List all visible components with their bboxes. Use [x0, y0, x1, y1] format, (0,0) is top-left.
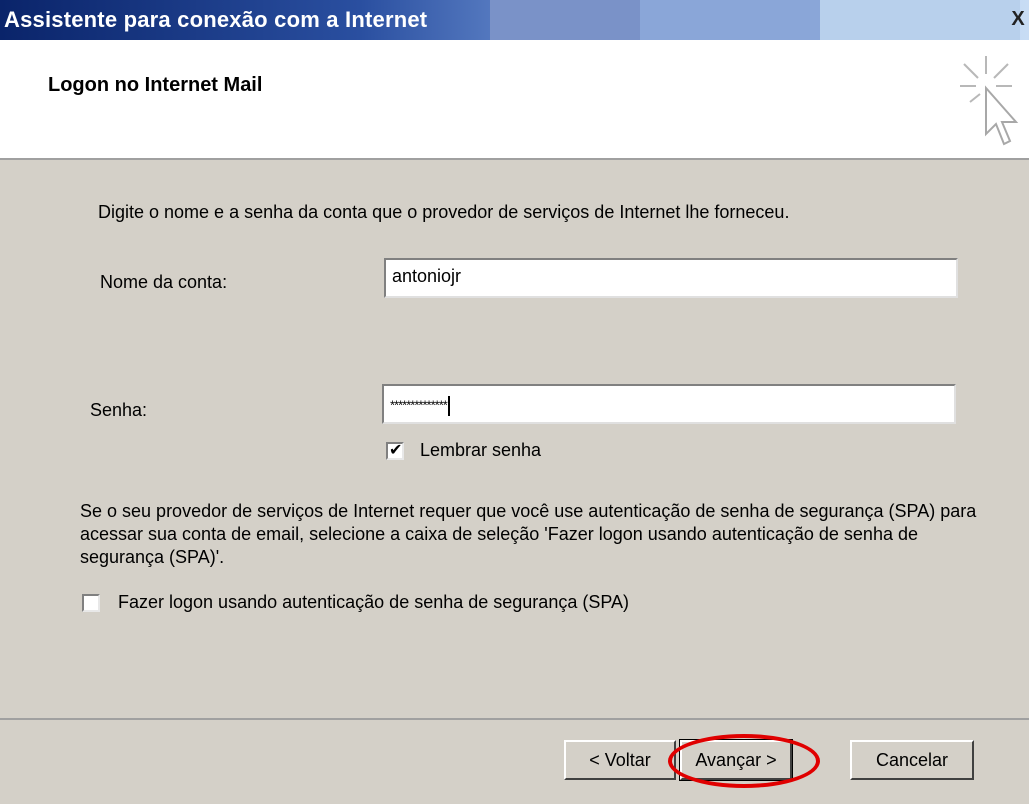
title-bar: Assistente para conexão com a Internet X	[0, 0, 1029, 40]
password-label: Senha:	[90, 400, 148, 420]
title-bar-segment	[640, 0, 820, 40]
wizard-body: Digite o nome e a senha da conta que o p…	[0, 160, 1029, 718]
instruction-text: Digite o nome e a senha da conta que o p…	[98, 202, 790, 222]
wizard-header: Logon no Internet Mail	[0, 40, 1029, 158]
cancel-button[interactable]: Cancelar	[850, 740, 974, 780]
account-name-label: Nome da conta:	[100, 272, 228, 292]
account-name-field[interactable]: antoniojr	[384, 258, 958, 298]
wizard-cursor-icon	[960, 56, 1019, 146]
account-name-value: antoniojr	[392, 266, 462, 286]
window-title: Assistente para conexão com a Internet	[4, 7, 428, 32]
text-caret	[447, 396, 450, 416]
next-button[interactable]: Avançar >	[679, 739, 793, 781]
title-bar-segment	[490, 0, 640, 40]
remember-password-label[interactable]: Lembrar senha	[420, 440, 541, 461]
back-button[interactable]: < Voltar	[564, 740, 676, 780]
password-value: **************	[390, 397, 448, 413]
checkmark-icon: ✔	[389, 442, 403, 459]
password-field[interactable]: **************	[382, 384, 956, 424]
title-bar-segment	[820, 0, 1020, 40]
spa-explanation-text: Se o seu provedor de serviços de Interne…	[80, 501, 977, 567]
wizard-footer: < Voltar Avançar > Cancelar	[0, 720, 1029, 804]
remember-password-checkbox[interactable]: ✔	[386, 442, 404, 460]
close-button[interactable]: X	[1008, 8, 1028, 30]
spa-label[interactable]: Fazer logon usando autenticação de senha…	[118, 592, 629, 613]
page-title: Logon no Internet Mail	[48, 74, 263, 96]
spa-checkbox[interactable]	[82, 594, 100, 612]
